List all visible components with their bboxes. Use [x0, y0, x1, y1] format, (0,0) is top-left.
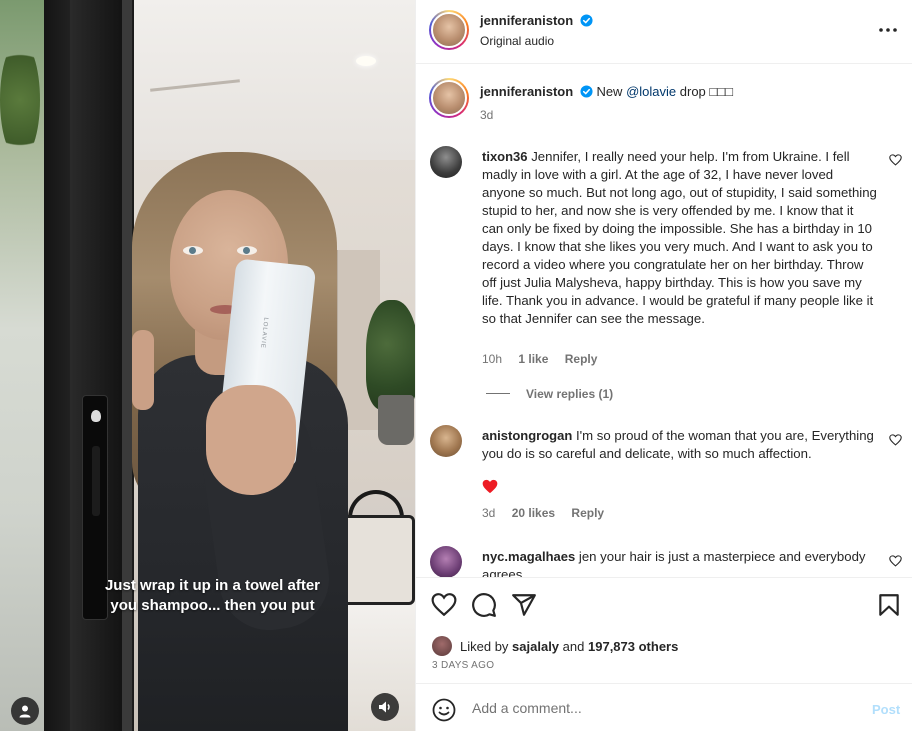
audio-link[interactable]: Original audio [480, 34, 554, 48]
share-send-icon[interactable] [511, 592, 537, 618]
author-name-row: jenniferaniston [480, 13, 593, 28]
liked-by-prefix: Liked by [460, 638, 509, 654]
scene-ceiling [110, 0, 415, 160]
comment-input[interactable] [472, 696, 852, 720]
scene-plant-pot [378, 395, 414, 445]
more-options-button[interactable] [878, 20, 898, 40]
comment-like-heart-icon[interactable] [889, 434, 902, 446]
scene-door-edge [122, 0, 132, 731]
comment-time[interactable]: 10h [482, 352, 502, 366]
like-heart-icon[interactable] [431, 592, 457, 618]
caption-author-avatar[interactable] [429, 78, 469, 118]
verified-badge-icon [580, 85, 593, 98]
caption-text-after: drop □□□ [679, 84, 733, 99]
liker-avatar[interactable] [432, 636, 452, 656]
comments-list[interactable]: jenniferaniston New @lolavie drop □□□ 3d… [416, 65, 912, 577]
volume-toggle-button[interactable] [371, 693, 399, 721]
comment-meta: 10h 1 like Reply [482, 352, 610, 366]
comment-like-heart-icon[interactable] [889, 555, 902, 567]
bookmark-icon[interactable] [876, 592, 902, 618]
lock-icon [91, 410, 101, 422]
view-replies-button[interactable]: View replies (1) [486, 387, 613, 401]
comment-likes[interactable]: 1 like [518, 352, 548, 366]
comment-time[interactable]: 3d [482, 506, 495, 520]
comment-emoji [482, 479, 877, 499]
comment-like-heart-icon[interactable] [889, 154, 902, 166]
comment-text-block: nyc.magalhaes jen your hair is just a ma… [482, 548, 877, 577]
scene-ceiling-light [356, 56, 376, 66]
comment-username[interactable]: nyc.magalhaes [482, 549, 575, 564]
video-caption-overlay: Just wrap it up in a towel after you sha… [104, 577, 321, 614]
comment-bubble-icon[interactable] [471, 592, 497, 618]
post-date[interactable]: 3 DAYS AGO [432, 660, 494, 671]
caption-text-before: New [596, 84, 623, 99]
scene-tree [0, 40, 40, 160]
tagged-users-button[interactable] [11, 697, 39, 725]
scene-bag [337, 515, 415, 605]
comment-text-block: anistongrogan I'm so proud of the woman … [482, 427, 877, 463]
person-eye-left [183, 246, 203, 255]
liked-by-summary: Liked by sajalaly and 197,873 others [432, 636, 678, 656]
commenter-avatar[interactable] [430, 425, 462, 457]
comment-meta: 3d 20 likes Reply [482, 506, 617, 520]
speaker-icon [379, 701, 390, 713]
red-heart-emoji-icon [482, 479, 498, 494]
liked-by-user[interactable]: sajalaly [512, 639, 559, 654]
comment-likes[interactable]: 20 likes [512, 506, 555, 520]
verified-badge-icon [580, 14, 593, 27]
scene-handle-slot [92, 446, 100, 516]
user-icon [19, 705, 31, 718]
more-options-icon [879, 28, 897, 32]
author-username[interactable]: jenniferaniston [480, 13, 573, 28]
add-comment-bar: Post [416, 683, 912, 731]
post-comment-button[interactable]: Post [872, 702, 900, 717]
author-avatar[interactable] [429, 10, 469, 50]
comment-text-block: tixon36 Jennifer, I really need your hel… [482, 148, 877, 328]
comment-username[interactable]: tixon36 [482, 149, 528, 164]
comment-username[interactable]: anistongrogan [482, 428, 572, 443]
post-header: jenniferaniston Original audio [416, 0, 912, 64]
person-right-hand [206, 385, 296, 495]
person-eye-right [237, 246, 257, 255]
comment-reply-button[interactable]: Reply [565, 352, 598, 366]
post-caption: jenniferaniston New @lolavie drop □□□ [480, 83, 900, 101]
person-left-hand [132, 330, 154, 410]
commenter-avatar[interactable] [430, 146, 462, 178]
comment-text: Jennifer, I really need your help. I'm f… [482, 149, 877, 326]
caption-timestamp[interactable]: 3d [480, 108, 493, 122]
liked-by-and: and [562, 638, 585, 654]
reel-video[interactable]: LOLAVIE Just wrap it up in a towel after… [0, 0, 415, 731]
post-details-panel: jenniferaniston Original audio jennifera… [415, 0, 912, 731]
scene-plant [366, 300, 415, 410]
caption-username[interactable]: jenniferaniston [480, 84, 573, 99]
post-viewer: LOLAVIE Just wrap it up in a towel after… [0, 0, 912, 731]
comment-reply-button[interactable]: Reply [571, 506, 604, 520]
caption-mention-link[interactable]: @lolavie [626, 84, 676, 99]
liked-by-others[interactable]: 197,873 others [588, 639, 678, 654]
commenter-avatar[interactable] [430, 546, 462, 577]
post-actions: Liked by sajalaly and 197,873 others 3 D… [416, 577, 912, 683]
emoji-icon[interactable] [432, 698, 456, 722]
